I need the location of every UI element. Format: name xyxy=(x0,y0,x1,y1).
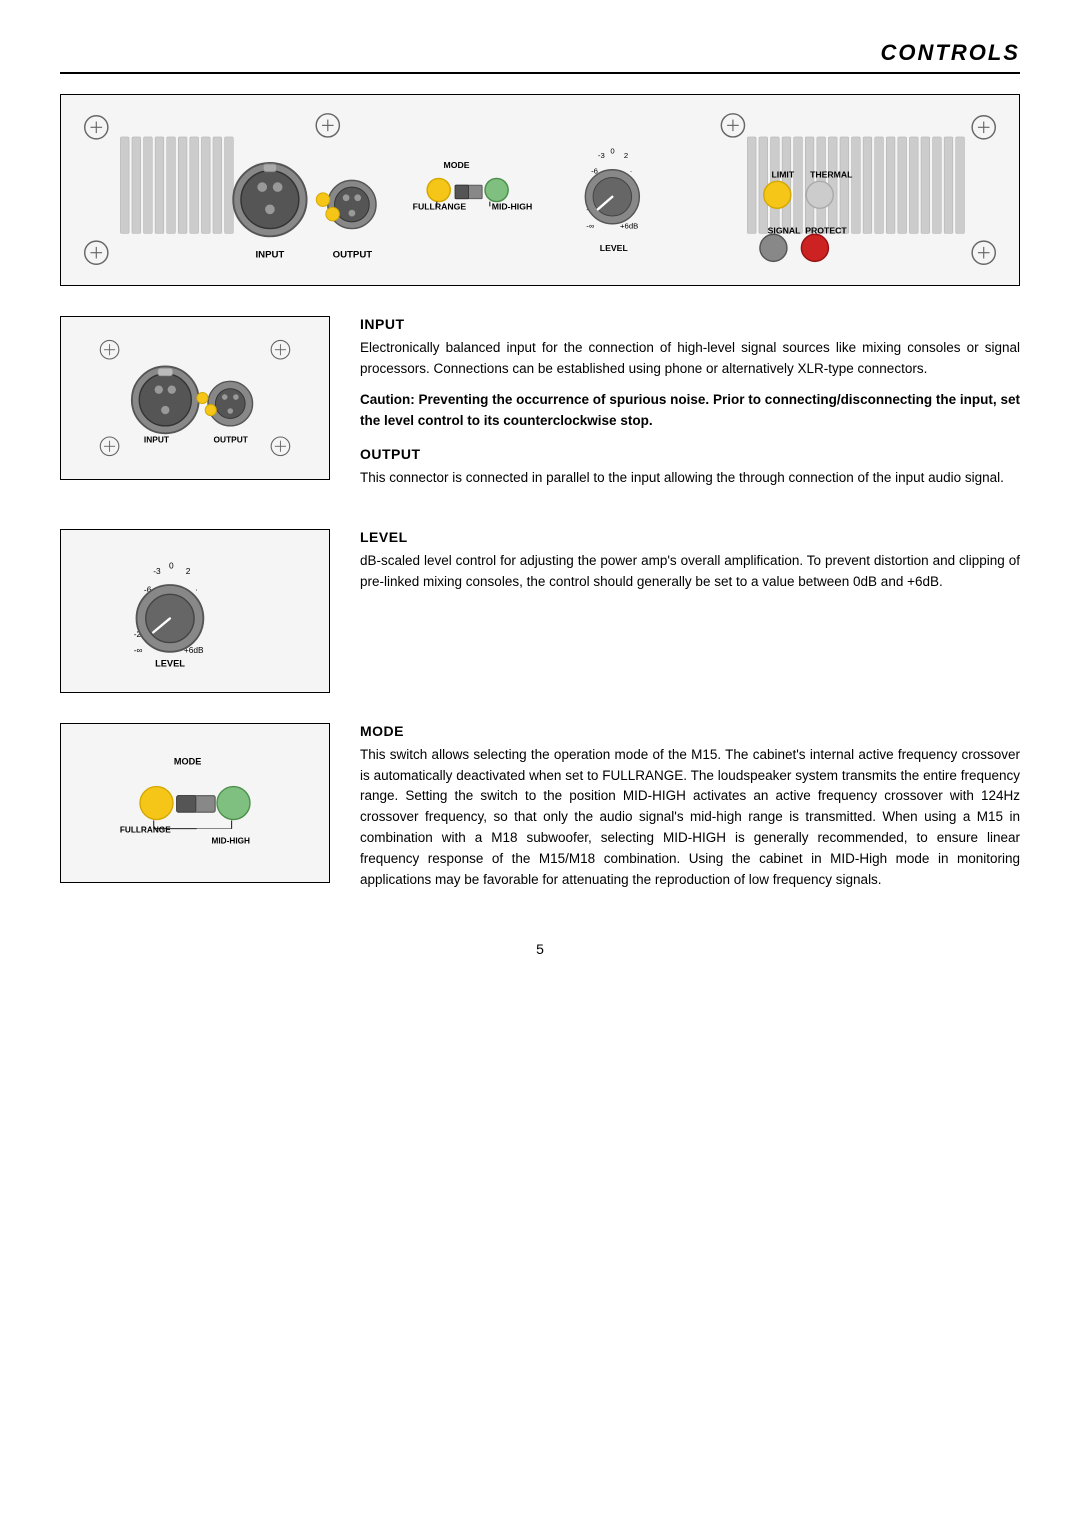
svg-text:2: 2 xyxy=(186,565,191,575)
mode-diagram: MODE FULLRANGE MID-HIGH xyxy=(60,723,330,883)
svg-text:MODE: MODE xyxy=(174,756,201,766)
svg-text:0: 0 xyxy=(610,146,614,155)
input-body: Electronically balanced input for the co… xyxy=(360,338,1020,380)
input-output-section: INPUT OUTPUT INPUT Electronically balanc… xyxy=(60,316,1020,499)
mode-heading: MODE xyxy=(360,723,1020,739)
svg-text:INPUT: INPUT xyxy=(144,435,169,445)
svg-text:MID-HIGH: MID-HIGH xyxy=(212,836,251,845)
input-heading: INPUT xyxy=(360,316,1020,332)
svg-text:LIMIT: LIMIT xyxy=(772,169,795,179)
output-heading: OUTPUT xyxy=(360,446,1020,462)
svg-text:OUTPUT: OUTPUT xyxy=(214,435,248,445)
input-output-text: INPUT Electronically balanced input for … xyxy=(360,316,1020,499)
svg-text:FULLRANGE: FULLRANGE xyxy=(413,201,467,211)
level-body: dB-scaled level control for adjusting th… xyxy=(360,551,1020,593)
level-text: LEVEL dB-scaled level control for adjust… xyxy=(360,529,1020,603)
svg-text:OUTPUT: OUTPUT xyxy=(333,250,373,261)
svg-text:MID-HIGH: MID-HIGH xyxy=(492,201,532,211)
svg-text:THERMAL: THERMAL xyxy=(810,169,853,179)
svg-text:LEVEL: LEVEL xyxy=(600,243,629,253)
input-output-diagram: INPUT OUTPUT xyxy=(60,316,330,480)
svg-text:2: 2 xyxy=(624,151,628,160)
page-number: 5 xyxy=(60,941,1020,957)
svg-text:FULLRANGE: FULLRANGE xyxy=(120,825,171,834)
input-caution: Caution: Preventing the occurrence of sp… xyxy=(360,390,1020,432)
svg-text:INPUT: INPUT xyxy=(255,250,284,261)
output-body: This connector is connected in parallel … xyxy=(360,468,1020,489)
svg-text:·: · xyxy=(195,584,198,594)
svg-text:+6dB: +6dB xyxy=(620,222,638,231)
svg-text:0: 0 xyxy=(169,560,174,570)
top-panel-diagram: INPUT OUTPUT MODE FULLRANGE MID-HIGH -3 … xyxy=(60,94,1020,286)
mode-section: MODE FULLRANGE MID-HIGH MODE This switch… xyxy=(60,723,1020,901)
page-header: CONTROLS xyxy=(60,40,1020,74)
level-diagram-svg: -3 0 2 -6 · -12 4 -24 -∞ +6dB LEVEL xyxy=(95,546,295,676)
panel-svg: INPUT OUTPUT MODE FULLRANGE MID-HIGH -3 … xyxy=(77,105,1003,275)
svg-text:MODE: MODE xyxy=(444,160,470,170)
svg-text:PROTECT: PROTECT xyxy=(805,225,847,235)
svg-text:-3: -3 xyxy=(598,151,605,160)
connector-diagram-svg: INPUT OUTPUT xyxy=(85,333,305,463)
mode-text: MODE This switch allows selecting the op… xyxy=(360,723,1020,901)
mode-diagram-svg: MODE FULLRANGE MID-HIGH xyxy=(85,748,305,858)
level-section: -3 0 2 -6 · -12 4 -24 -∞ +6dB LEVEL LEVE… xyxy=(60,529,1020,693)
mode-body: This switch allows selecting the operati… xyxy=(360,745,1020,891)
svg-text:-∞: -∞ xyxy=(586,222,594,231)
svg-text:-∞: -∞ xyxy=(134,644,143,654)
level-diagram: -3 0 2 -6 · -12 4 -24 -∞ +6dB LEVEL xyxy=(60,529,330,693)
page-title: CONTROLS xyxy=(881,40,1020,66)
svg-text:·: · xyxy=(630,167,633,176)
svg-text:-3: -3 xyxy=(153,565,161,575)
svg-text:LEVEL: LEVEL xyxy=(155,658,185,668)
level-heading: LEVEL xyxy=(360,529,1020,545)
